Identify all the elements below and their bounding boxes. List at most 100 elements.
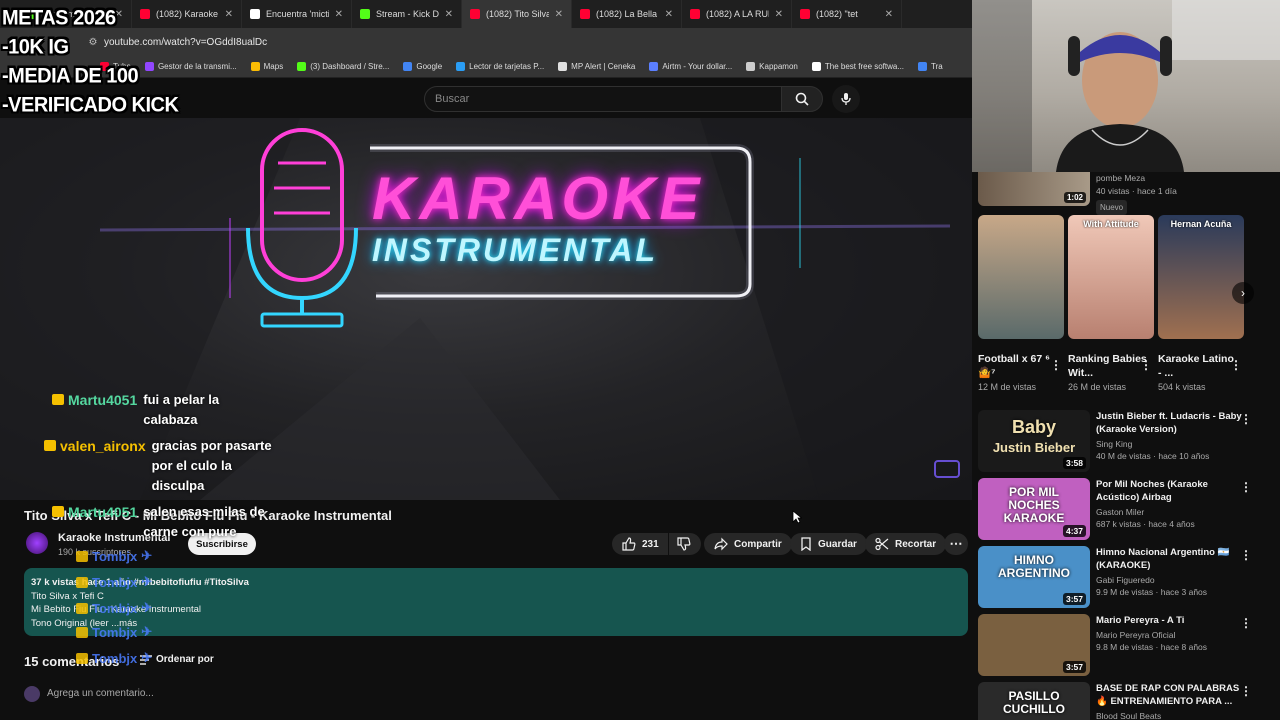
video-thumbnail[interactable]: POR MIL NOCHES KARAOKE 4:37 (978, 478, 1090, 540)
crown-icon (52, 394, 64, 405)
short-thumbnail-text: Hernan Acuña (1170, 219, 1232, 229)
bookmark-favicon (403, 62, 413, 71)
video-channel[interactable]: Blood Soul Beats (1096, 711, 1246, 720)
video-title[interactable]: Mario Pereyra - A Ti (1096, 614, 1246, 627)
short-thumbnail[interactable]: With Attitude (1068, 215, 1154, 339)
tab-favicon (800, 9, 810, 19)
dislike-button[interactable] (669, 533, 701, 555)
chat-message: valen_aironx gracias por pasarte por el … (44, 436, 276, 496)
video-description[interactable]: 37 k vistas hace 1 año #mibebitofiufiu #… (24, 568, 968, 636)
more-options-icon[interactable]: ⋮ (1240, 480, 1252, 494)
bookmark-item[interactable]: Tra (918, 62, 943, 71)
bookmark-label: Airtm - Your dollar... (662, 62, 733, 71)
video-list-item[interactable]: HIMNO ARGENTINO 3:57 Himno Nacional Argent… (978, 546, 1274, 610)
more-options-icon[interactable]: ⋮ (1240, 548, 1252, 562)
video-meta: pombe Meza 40 vistas · hace 1 día Nuevo (1096, 172, 1177, 215)
channel-avatar[interactable] (26, 532, 48, 554)
browser-tab[interactable]: (1082) A LA RULE ✕ (682, 0, 792, 28)
video-channel[interactable]: Sing King (1096, 439, 1246, 449)
video-list-item[interactable]: Baby Justin Bieber 3:58 Justin Bieber ft. L… (978, 410, 1274, 474)
video-title[interactable]: Justin Bieber ft. Ludacris - Baby (Karao… (1096, 410, 1246, 436)
close-icon[interactable]: ✕ (445, 9, 453, 20)
screen: ⌄ Stream - Kick Das✕(1082) Karaoke (✕Enc… (0, 0, 1280, 720)
more-actions-button[interactable]: ⋯ (944, 533, 968, 555)
short-meta[interactable]: Ranking Babies Wit... 26 M de vistas (1068, 352, 1148, 392)
clip-button[interactable]: Recortar (865, 533, 947, 555)
video-duration: 4:37 (1062, 525, 1086, 537)
chat-username: Martu4051 (52, 390, 137, 430)
video-stats: 9.8 M de vistas · hace 8 años (1096, 642, 1208, 652)
video-thumbnail[interactable]: PASILLO CUCHILLO (978, 682, 1090, 720)
browser-tab[interactable]: Encuentra 'mictia' ✕ (242, 0, 352, 28)
video-thumbnail[interactable]: 1:02 (978, 172, 1090, 206)
video-list-item[interactable]: POR MIL NOCHES KARAOKE 4:37 Por Mil Noches… (978, 478, 1274, 542)
chat-message: Martu4051 salen esas milas de carne con … (52, 502, 267, 542)
short-thumbnail[interactable]: Hernan Acuña (1158, 215, 1244, 339)
more-options-icon[interactable]: ⋮ (1240, 412, 1252, 426)
close-icon[interactable]: ✕ (335, 9, 343, 20)
add-comment-input[interactable]: Agrega un comentario... (47, 688, 154, 699)
video-thumbnail[interactable]: Baby Justin Bieber 3:58 (978, 410, 1090, 472)
search-input[interactable]: Buscar (424, 86, 782, 112)
more-options-icon[interactable]: ⋮ (1240, 616, 1252, 630)
shorts-next-button[interactable]: › (1232, 282, 1254, 304)
video-title[interactable]: BASE DE RAP CON PALABRAS 🔥 ENTRENAMIENTO… (1096, 682, 1246, 708)
close-icon[interactable]: ✕ (665, 9, 673, 20)
close-icon[interactable]: ✕ (225, 9, 233, 20)
tab-title: Encuentra 'mictia' (266, 9, 329, 19)
video-duration: 1:02 (1063, 192, 1086, 203)
video-thumbnail[interactable]: 3:57 (978, 614, 1090, 676)
video-list-item[interactable]: 3:57 Mario Pereyra - A Ti Mario Pereyra Of… (978, 614, 1274, 678)
video-thumbnail[interactable]: HIMNO ARGENTINO 3:57 (978, 546, 1090, 608)
voice-search-button[interactable] (832, 85, 860, 113)
bookmark-item[interactable]: Maps (250, 62, 283, 71)
bookmark-item[interactable]: Kappamon (746, 62, 798, 71)
close-icon[interactable]: ✕ (555, 9, 563, 20)
short-title: Ranking Babies Wit... (1068, 353, 1147, 379)
save-button[interactable]: Guardar (790, 533, 867, 555)
bookmark-label: (3) Dashboard / Stre... (310, 62, 390, 71)
bookmark-favicon (297, 62, 307, 71)
video-channel[interactable]: Gaston Miler (1096, 507, 1246, 517)
crown-icon (44, 440, 56, 451)
search-button[interactable] (781, 86, 823, 112)
goal-item: -MEDIA DE 100 (2, 64, 139, 88)
rocket-icon: ✈ (141, 624, 153, 639)
close-icon[interactable]: ✕ (885, 9, 893, 20)
browser-tab[interactable]: (1082) "tet ✕ (792, 0, 902, 28)
bookmark-item[interactable]: Airtm - Your dollar... (649, 62, 732, 71)
bookmark-favicon (649, 62, 659, 71)
bookmark-item[interactable]: MP Alert | Ceneka (558, 62, 635, 71)
bookmark-item[interactable]: Lector de tarjetas P... (456, 62, 544, 71)
browser-tab[interactable]: Stream - Kick Das ✕ (352, 0, 462, 28)
chat-username: valen_aironx (44, 436, 146, 496)
short-meta[interactable]: Karaoke Latino - ... 504 k vistas (1158, 352, 1238, 392)
video-title[interactable]: Por Mil Noches (Karaoke Acústico) Airbag (1096, 478, 1246, 504)
bookmark-favicon (746, 62, 756, 71)
bookmark-item[interactable]: (3) Dashboard / Stre... (297, 62, 389, 71)
browser-tab[interactable]: (1082) La Bella Y ✕ (572, 0, 682, 28)
bookmark-label: Tra (931, 62, 943, 71)
video-list-item[interactable]: PASILLO CUCHILLO BASE DE RAP CON PALABRAS… (978, 682, 1274, 720)
browser-tab[interactable]: (1082) Tito Silva x ✕ (462, 0, 572, 28)
bookmark-item[interactable]: The best free softwa... (811, 62, 904, 71)
channel-watermark-icon[interactable] (934, 460, 960, 478)
more-options-icon[interactable]: ⋮ (1050, 358, 1062, 372)
video-title[interactable]: Himno Nacional Argentino 🇦🇷 (KARAOKE) (1096, 546, 1246, 572)
bookmark-item[interactable]: Google (403, 62, 442, 71)
more-options-icon[interactable]: ⋮ (1240, 684, 1252, 698)
thumbs-up-icon (622, 537, 636, 551)
share-button[interactable]: Compartir (704, 533, 792, 555)
more-options-icon[interactable]: ⋮ (1140, 358, 1152, 372)
video-channel[interactable]: Gabi Figueredo (1096, 575, 1246, 585)
like-button[interactable]: 231 (612, 533, 668, 555)
webcam-person (972, 0, 1280, 172)
video-channel[interactable]: pombe Meza (1096, 172, 1177, 185)
close-icon[interactable]: ✕ (775, 9, 783, 20)
tab-title: Stream - Kick Das (376, 9, 439, 19)
video-channel[interactable]: Mario Pereyra Oficial (1096, 630, 1246, 640)
more-options-icon[interactable]: ⋮ (1230, 358, 1242, 372)
short-thumbnail[interactable] (978, 215, 1064, 339)
short-meta[interactable]: Football x 67 ⁶🤷⁷ 12 M de vistas (978, 352, 1058, 392)
crown-icon (52, 506, 64, 517)
